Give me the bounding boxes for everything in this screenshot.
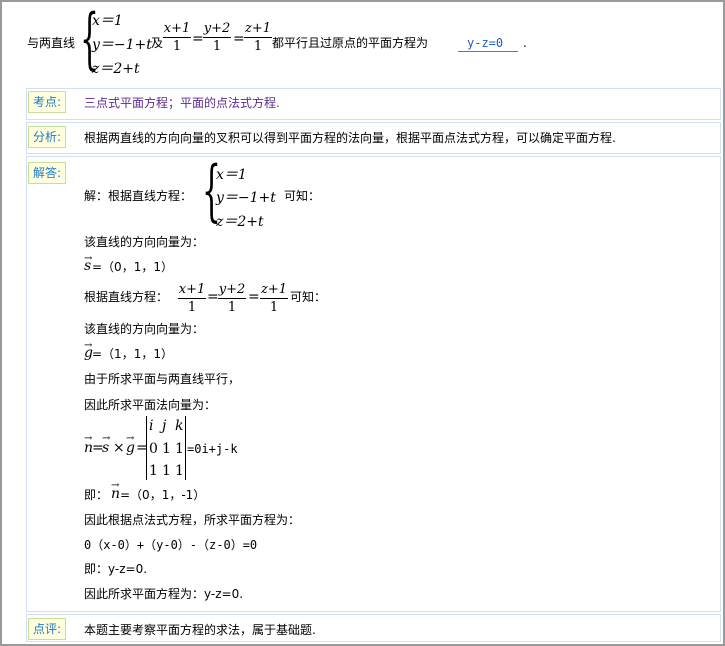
jieda-line-1: 解：根据直线方程： [84,189,193,203]
det-r2c2: 1 [162,441,171,457]
fenxi-label: 分析: [28,126,67,148]
jieda-equals-2: = [248,289,260,305]
system-line-2: y＝−1+t [92,37,152,53]
jieda-fraction-y-den: 1 [227,300,237,315]
g-vector: =（1，1，1） [92,347,173,361]
jieda-line-13: 即：y-z=0. [84,562,148,576]
fraction-z-num: z+1 [244,21,271,36]
jieda-line-4-tail: 可知： [290,290,327,304]
jieda-line-8: 因此所求平面法向量为： [84,398,217,412]
answer-fill: y-z=0 [467,36,504,50]
kaodian-label: 考点: [28,91,67,113]
fraction-x-den: 1 [172,39,182,54]
jieda-system-2: y＝−1+t [216,190,276,206]
jieda-line-10-prefix: 即： [84,488,109,502]
jieda-fraction-y: y+2 1 [218,283,246,314]
problem-prefix: 与两直线 [27,36,76,50]
jieda-line-5: 该直线的方向向量为： [84,322,205,336]
det-r1c2: j [162,418,167,434]
jieda-fraction-z-num: z+1 [260,282,287,297]
jieda-label: 解答: [28,162,67,184]
jieda-system-1: x＝1 [216,167,247,183]
problem-end: . [523,36,527,50]
problem-suffix: 都平行且过原点的平面方程为 [272,36,429,50]
jieda-fraction-x-num: x+1 [178,282,206,297]
det-left-bar [146,416,147,480]
jieda-line-10: =（0，1，-1） [120,488,206,502]
jieda-fraction-z: z+1 1 [260,283,288,314]
times-sign: × [113,440,125,456]
jieda-line-1-tail: 可知： [284,189,321,203]
s-var: s [84,258,92,274]
det-r3c1: 1 [149,463,158,479]
jieda-fraction-x-den: 1 [187,300,197,315]
fraction-y-den: 1 [212,39,222,54]
det-result: =0i+j-k [187,442,238,456]
det-r3c2: 1 [162,463,171,479]
answer-underline [458,51,518,52]
system-line-1: x＝1 [92,13,123,29]
fraction-y-num: y+2 [203,21,231,36]
equals-2: = [233,31,245,47]
jieda-line-14: 因此所求平面方程为：y-z=0. [84,587,244,601]
jieda-fraction-y-num: y+2 [218,282,246,297]
kaodian-text: 三点式平面方程；平面的点法式方程. [84,96,280,110]
and-word: 及 [151,36,164,50]
fenxi-text: 根据两直线的方向向量的叉积可以得到平面方程的法向量，根据平面点法式方程，可以确定… [84,131,616,145]
jieda-equals-1: = [207,289,219,305]
jieda-line-11: 因此根据点法式方程，所求平面方程为： [84,513,301,527]
dianping-text: 本题主要考察平面方程的求法，属于基础题. [84,623,316,637]
det-right-bar [185,416,186,480]
jieda-line-12: 0（x-0）+（y-0）-（z-0）=0 [84,538,258,552]
det-r1c1: i [149,418,154,434]
det-r2c1: 0 [149,441,158,457]
g-var-2: g [126,440,135,456]
s-var-2: s [102,440,110,456]
jieda-line-7: 由于所求平面与两直线平行， [84,372,241,386]
fraction-z: z+1 1 [244,22,272,53]
fraction-y: y+2 1 [203,22,231,53]
jieda-fraction-x: x+1 1 [178,283,206,314]
det-r2c3: 1 [175,441,184,457]
fraction-x: x+1 1 [163,22,191,53]
jieda-system-3: z＝2+t [216,214,264,230]
s-vector: =（0，1，1） [92,260,173,274]
system-line-3: z＝2+t [92,61,140,77]
det-r1c3: k [175,418,184,434]
dianping-label: 点评: [28,618,67,640]
jieda-fraction-z-den: 1 [269,300,279,315]
fraction-z-den: 1 [253,39,263,54]
jieda-line-2: 该直线的方向向量为： [84,235,205,249]
jieda-line-4: 根据直线方程： [84,290,169,304]
fraction-x-num: x+1 [163,21,191,36]
n-var-2: n [111,486,121,502]
equals-1: = [192,31,204,47]
det-r3c3: 1 [175,463,184,479]
